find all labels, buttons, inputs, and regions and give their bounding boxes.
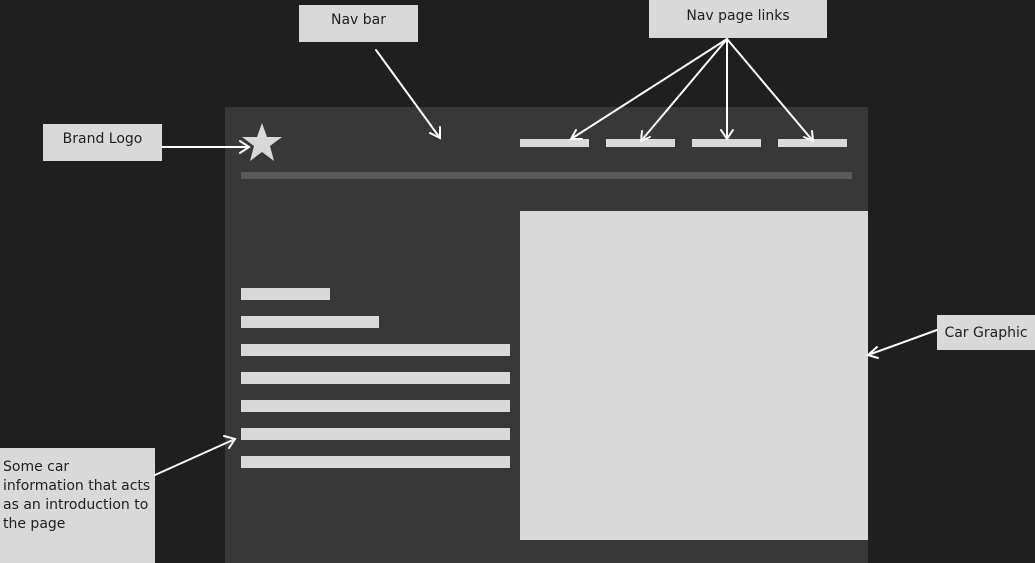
text-line — [241, 344, 510, 356]
car-graphic-placeholder — [520, 211, 868, 540]
text-line — [241, 288, 330, 300]
text-line — [241, 428, 510, 440]
brand-logo-annotation: Brand Logo — [43, 124, 162, 161]
text-line — [241, 400, 510, 412]
nav-bar-annotation: Nav bar — [299, 5, 418, 42]
nav-link-4 — [778, 139, 847, 147]
text-line — [241, 456, 510, 468]
nav-link-2 — [606, 139, 675, 147]
nav-link-1 — [520, 139, 589, 147]
text-line — [241, 316, 379, 328]
car-graphic-annotation: Car Graphic — [937, 315, 1035, 350]
nav-link-3 — [692, 139, 761, 147]
nav-page-links-annotation: Nav page links — [649, 0, 827, 38]
text-line — [241, 372, 510, 384]
nav-divider — [241, 172, 852, 179]
star-icon — [242, 123, 282, 161]
intro-text-annotation: Some car information that acts as an int… — [0, 448, 155, 563]
